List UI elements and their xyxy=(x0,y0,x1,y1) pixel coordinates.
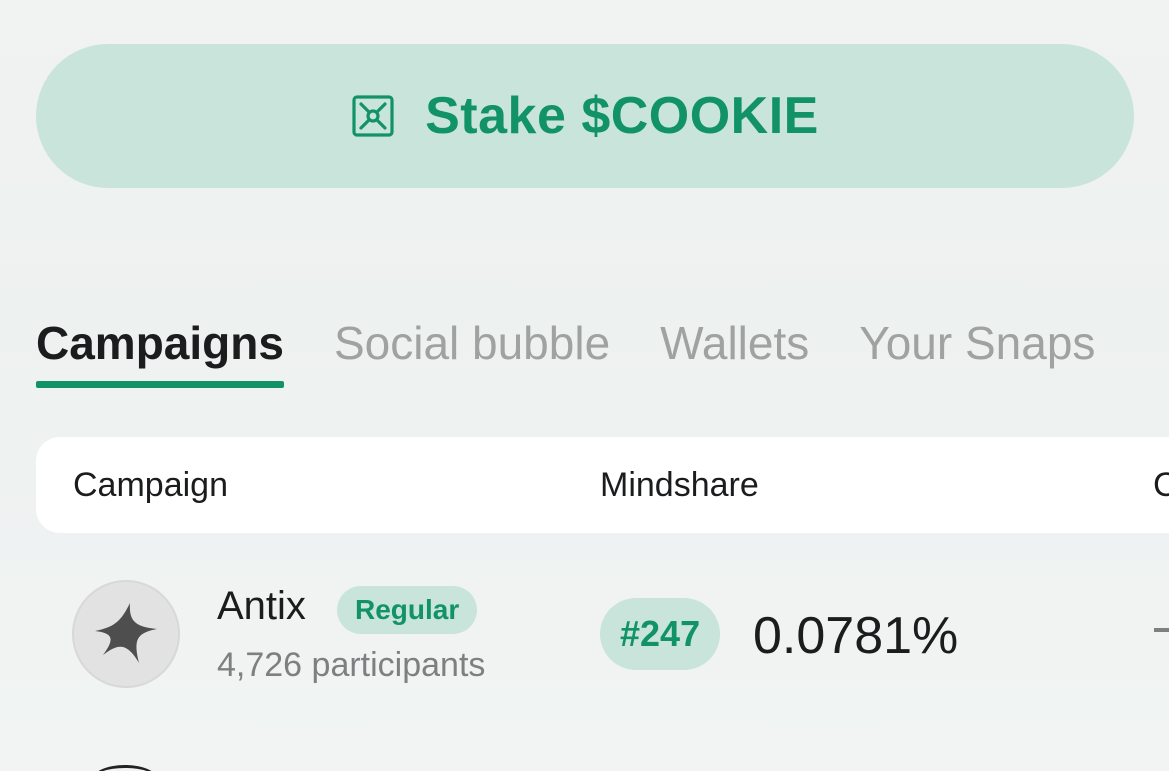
tab-your-snaps[interactable]: Your Snaps xyxy=(859,312,1095,388)
mindshare-value: 0.0781% xyxy=(753,607,959,665)
tab-bar: Campaigns Social bubble Wallets Your Sna… xyxy=(36,312,1145,392)
campaign-name: Antix xyxy=(217,584,306,628)
participants-count: 4,726 participants xyxy=(217,646,486,684)
table-row[interactable]: Antix Regular 4,726 participants #247 0.… xyxy=(36,560,1169,710)
campaign-type-badge: Regular xyxy=(337,586,478,634)
tab-social-bubble[interactable]: Social bubble xyxy=(334,312,610,388)
next-row-avatar xyxy=(92,765,158,771)
avatar xyxy=(72,580,180,688)
column-header-partial[interactable]: C xyxy=(1153,437,1169,533)
vault-icon xyxy=(352,95,394,137)
table-header: Campaign Mindshare C xyxy=(36,437,1169,533)
page: Stake $COOKIE Campaigns Social bubble Wa… xyxy=(0,0,1169,771)
tab-campaigns[interactable]: Campaigns xyxy=(36,312,284,388)
partial-cell-value xyxy=(1154,628,1169,632)
tab-wallets[interactable]: Wallets xyxy=(660,312,809,388)
star-logo-icon xyxy=(95,603,157,663)
column-header-campaign[interactable]: Campaign xyxy=(73,437,228,533)
stake-cookie-label: Stake $COOKIE xyxy=(425,87,819,145)
rank-badge: #247 xyxy=(600,598,721,670)
stake-cookie-button[interactable]: Stake $COOKIE xyxy=(36,44,1134,188)
column-header-mindshare[interactable]: Mindshare xyxy=(600,437,759,533)
